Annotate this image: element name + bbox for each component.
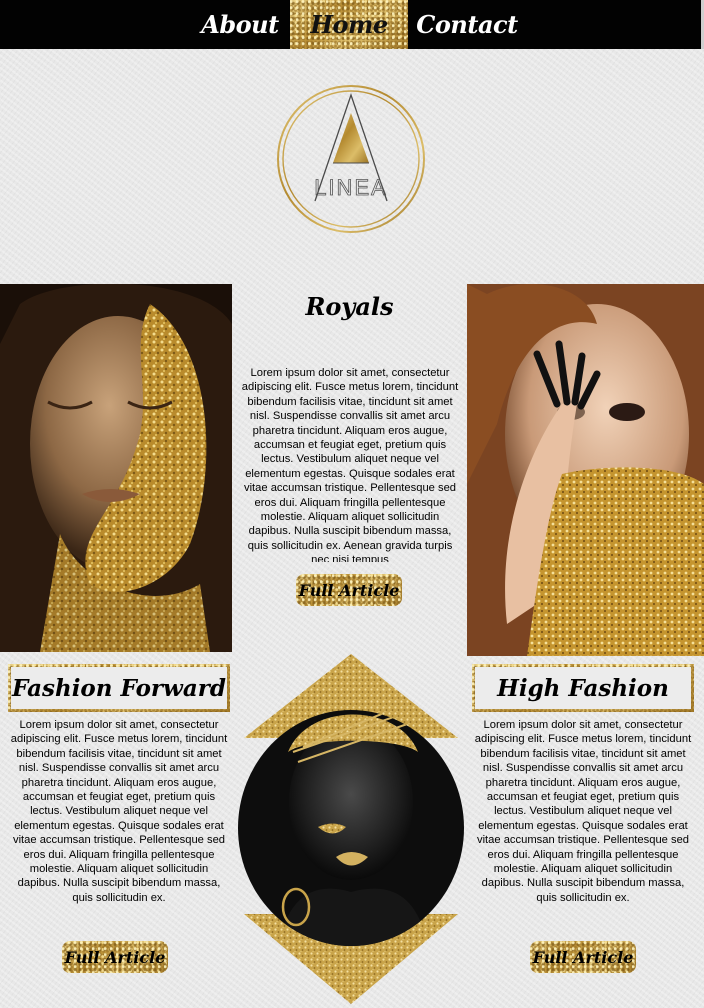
linea-logo[interactable]: LINEA xyxy=(275,83,427,235)
high-fashion-title: High Fashion xyxy=(475,667,691,709)
top-nav: About Home Contact xyxy=(0,0,704,49)
fashion-forward-body: Lorem ipsum dolor sit amet, consectetur … xyxy=(10,719,228,904)
center-portrait-ornament xyxy=(238,654,464,1004)
nav-contact-link[interactable]: Contact xyxy=(408,0,526,49)
gold-face-illustration xyxy=(0,284,232,652)
fashion-forward-title: Fashion Forward xyxy=(11,667,227,709)
nav-home-link[interactable]: Home xyxy=(290,0,408,49)
gold-face-photo xyxy=(0,284,232,652)
logo-text: LINEA xyxy=(314,175,388,200)
high-fashion-heading-box: High Fashion xyxy=(472,664,694,712)
hand-face-photo xyxy=(467,284,704,656)
hand-face-illustration xyxy=(467,284,704,656)
royals-title: Royals xyxy=(305,292,394,321)
fashion-forward-heading-box: Fashion Forward xyxy=(8,664,230,712)
high-fashion-body: Lorem ipsum dolor sit amet, consectetur … xyxy=(474,719,692,904)
fashion-forward-full-article-button[interactable]: Full Article xyxy=(62,941,168,973)
high-fashion-full-article-button[interactable]: Full Article xyxy=(530,941,636,973)
royals-full-article-button[interactable]: Full Article xyxy=(296,574,402,606)
nav-about-link[interactable]: About xyxy=(190,0,290,49)
royals-body: Lorem ipsum dolor sit amet, consectetur … xyxy=(241,367,459,562)
